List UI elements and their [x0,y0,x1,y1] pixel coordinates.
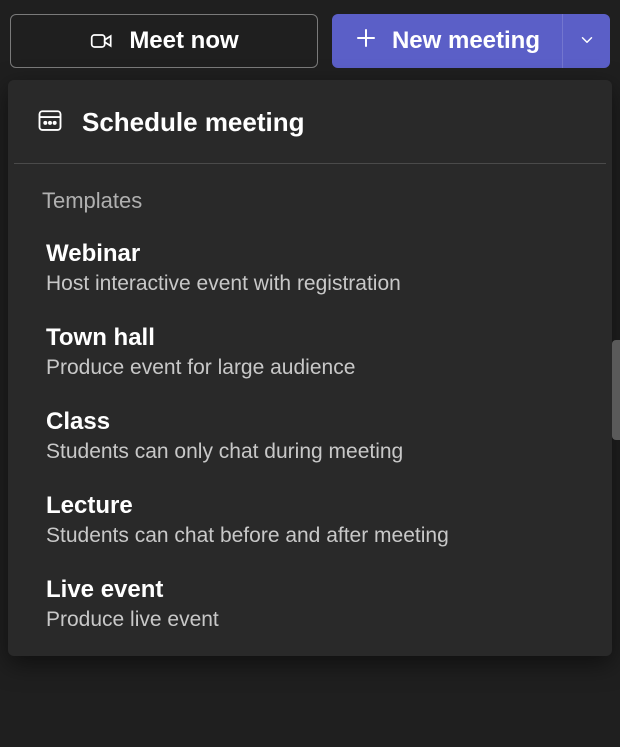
plus-icon [354,26,378,57]
template-item-live-event[interactable]: Live event Produce live event [8,562,612,646]
template-desc: Produce event for large audience [46,356,592,380]
schedule-meeting-item[interactable]: Schedule meeting [8,80,612,163]
template-desc: Students can chat before and after meeti… [46,524,592,548]
template-title: Lecture [46,492,592,520]
template-item-class[interactable]: Class Students can only chat during meet… [8,394,612,478]
new-meeting-dropdown-button[interactable] [562,14,610,68]
new-meeting-button[interactable]: New meeting [332,14,562,68]
scrollbar-thumb[interactable] [612,340,620,440]
chevron-down-icon [578,31,596,52]
template-title: Live event [46,576,592,604]
new-meeting-split-button: New meeting [332,14,610,68]
template-item-town-hall[interactable]: Town hall Produce event for large audien… [8,310,612,394]
template-title: Webinar [46,240,592,268]
template-desc: Produce live event [46,608,592,632]
template-desc: Host interactive event with registration [46,272,592,296]
meet-now-label: Meet now [129,27,238,55]
calendar-icon [36,106,64,139]
template-desc: Students can only chat during meeting [46,440,592,464]
templates-heading: Templates [8,164,612,226]
schedule-meeting-label: Schedule meeting [82,107,305,138]
new-meeting-dropdown-panel: Schedule meeting Templates Webinar Host … [8,80,612,656]
new-meeting-label: New meeting [392,27,540,55]
toolbar: Meet now New meeting [0,0,620,80]
meet-now-button[interactable]: Meet now [10,14,318,68]
template-title: Class [46,408,592,436]
template-title: Town hall [46,324,592,352]
template-item-lecture[interactable]: Lecture Students can chat before and aft… [8,478,612,562]
template-item-webinar[interactable]: Webinar Host interactive event with regi… [8,226,612,310]
camera-icon [89,28,115,54]
